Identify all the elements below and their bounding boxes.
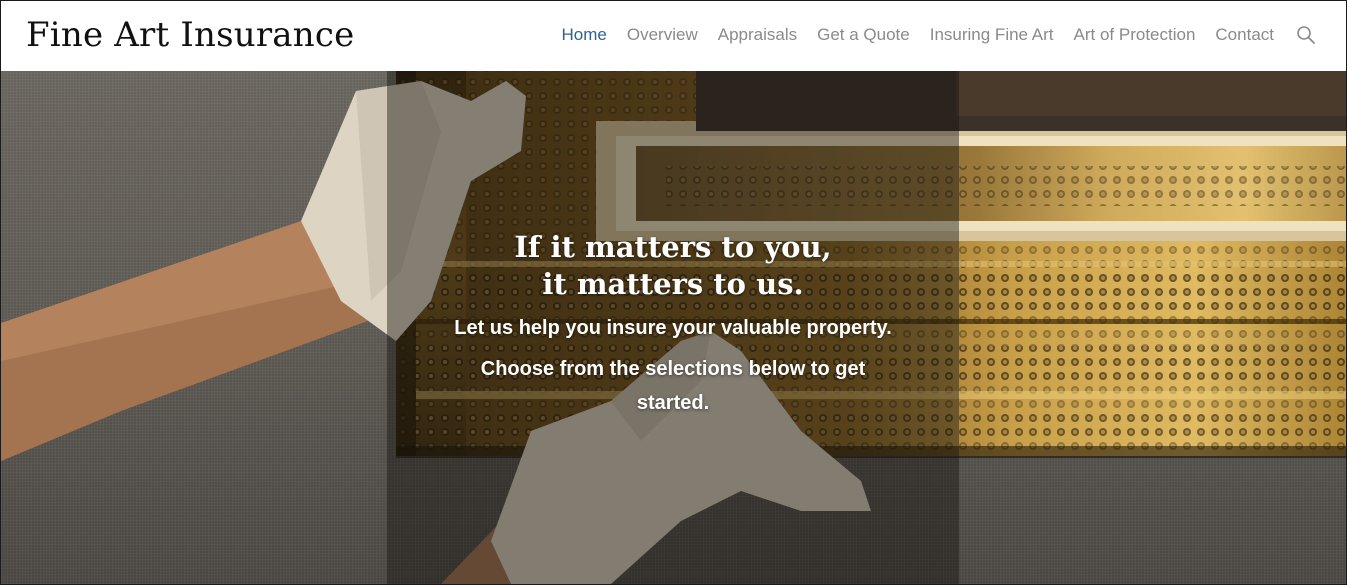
hero-headline: If it matters to you, it matters to us. bbox=[387, 229, 959, 303]
nav-contact[interactable]: Contact bbox=[1215, 25, 1274, 45]
nav-insuring-fine-art[interactable]: Insuring Fine Art bbox=[930, 25, 1054, 45]
hero-cta-text: Choose from the selections below to get … bbox=[480, 358, 866, 414]
nav-art-of-protection[interactable]: Art of Protection bbox=[1074, 25, 1196, 45]
hero-headline-line-1: If it matters to you, bbox=[514, 230, 832, 264]
nav-overview[interactable]: Overview bbox=[627, 25, 698, 45]
site-header: Fine Art Insurance Home Overview Apprais… bbox=[1, 1, 1346, 71]
search-icon[interactable] bbox=[1296, 25, 1316, 45]
nav-get-a-quote[interactable]: Get a Quote bbox=[817, 25, 910, 45]
hero-text-block: If it matters to you, it matters to us. … bbox=[387, 229, 959, 420]
nav-home[interactable]: Home bbox=[562, 25, 607, 45]
nav-appraisals[interactable]: Appraisals bbox=[718, 25, 797, 45]
page: Fine Art Insurance Home Overview Apprais… bbox=[0, 0, 1347, 585]
hero-headline-line-2: it matters to us. bbox=[542, 267, 804, 301]
main-nav: Home Overview Appraisals Get a Quote Ins… bbox=[542, 25, 1316, 45]
hero-subtitle: Let us help you insure your valuable pro… bbox=[454, 317, 892, 339]
site-logo[interactable]: Fine Art Insurance bbox=[26, 15, 354, 55]
hero-banner: If it matters to you, it matters to us. … bbox=[1, 71, 1346, 584]
